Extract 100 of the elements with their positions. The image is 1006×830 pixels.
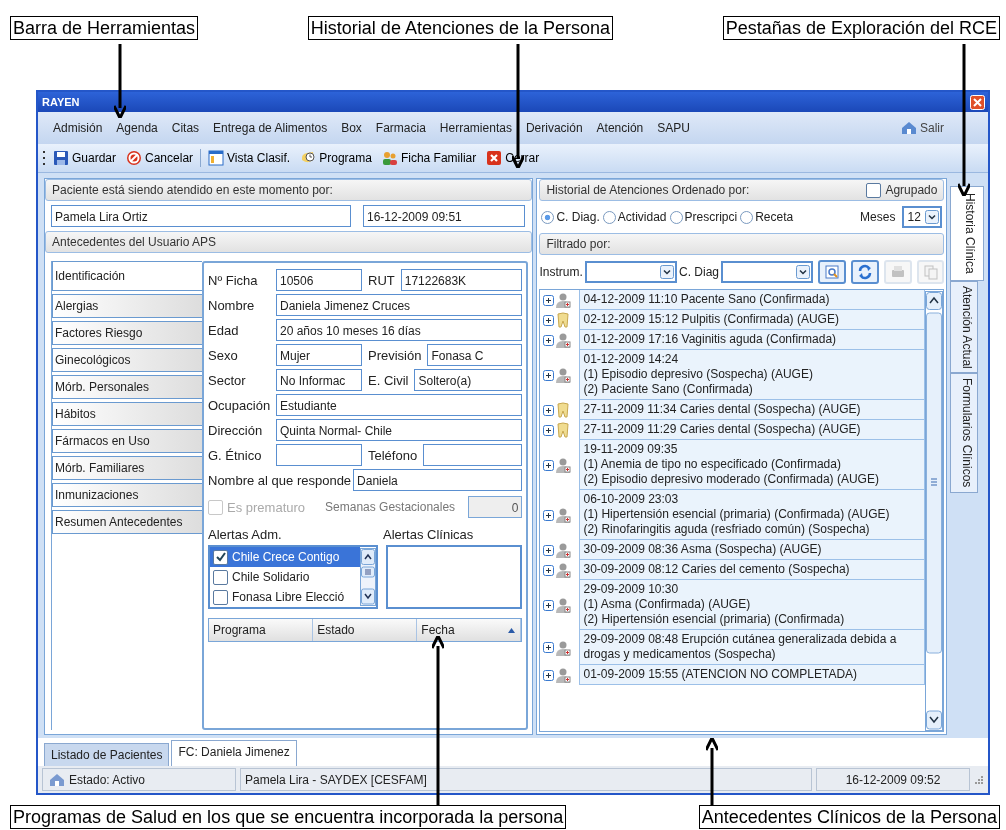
text-field[interactable]: Daniela Jimenez Cruces: [276, 294, 523, 316]
text-field[interactable]: Fonasa C: [427, 344, 523, 366]
tab[interactable]: Ginecológicos: [52, 348, 202, 372]
dropdown-icon[interactable]: [660, 265, 674, 279]
radio-button[interactable]: [740, 210, 754, 224]
expand-icon[interactable]: [543, 544, 555, 556]
text-field[interactable]: 16-12-2009 09:51: [363, 205, 525, 227]
column-header[interactable]: Programa: [209, 619, 314, 641]
toolbar-button[interactable]: Cancelar: [123, 150, 197, 166]
field-label: Edad: [208, 322, 240, 338]
checkbox-label: Es prematuro: [227, 499, 306, 515]
menu-item[interactable]: Farmacia: [368, 121, 433, 135]
text-field[interactable]: No Informac: [276, 369, 362, 391]
expand-icon[interactable]: [543, 424, 555, 436]
list-item[interactable]: Fonasa Libre Elecció: [210, 587, 360, 607]
expand-icon[interactable]: [543, 509, 555, 521]
expand-icon[interactable]: [543, 599, 555, 611]
text-field[interactable]: Quinta Normal- Chile: [276, 419, 523, 441]
text-field[interactable]: Pamela Lira Ortiz: [51, 205, 351, 227]
text-field[interactable]: Mujer: [276, 344, 362, 366]
history-entry[interactable]: 27-11-2009 11:34 Caries dental (Sospecha) (AUGE): [579, 400, 926, 420]
menu-item[interactable]: Admisión: [46, 121, 110, 135]
close-icon[interactable]: [970, 94, 985, 110]
menu-item[interactable]: Citas: [164, 121, 207, 135]
search-button[interactable]: [818, 260, 847, 284]
menu-item[interactable]: Herramientas: [432, 121, 519, 135]
text-field[interactable]: 20 años 10 meses 16 días: [276, 319, 523, 341]
scrollbar-icon[interactable]: [925, 290, 944, 731]
toolbar-button[interactable]: Guardar: [50, 150, 120, 166]
expand-icon[interactable]: [543, 369, 555, 381]
toolbar-button[interactable]: Programa: [297, 150, 375, 166]
history-entry[interactable]: 01-12-2009 14:24 (1) Episodio depresivo (Sospecha) (AUGE) (2) Paciente Sano (Confirmada): [579, 350, 926, 400]
grip-icon[interactable]: [42, 150, 46, 166]
radio-button[interactable]: [669, 210, 683, 224]
text-field[interactable]: Daniela: [353, 469, 523, 491]
history-entry[interactable]: 01-12-2009 17:16 Vaginitis aguda (Confirmada): [579, 330, 926, 350]
tab[interactable]: Mórb. Personales: [52, 375, 202, 399]
sort-icon[interactable]: [507, 626, 517, 634]
tab[interactable]: Atención Actual: [950, 280, 978, 374]
checkbox[interactable]: [213, 569, 228, 585]
menu-item[interactable]: Box: [334, 121, 369, 135]
tab[interactable]: Formularios Clínicos: [950, 373, 978, 493]
menu-item[interactable]: Agenda: [109, 121, 165, 135]
text-field[interactable]: [423, 444, 523, 466]
dropdown-icon[interactable]: [796, 265, 811, 279]
checkbox[interactable]: [213, 549, 228, 565]
radio-button[interactable]: [602, 210, 616, 224]
menu-item[interactable]: Atención: [589, 121, 651, 135]
history-entry[interactable]: 30-09-2009 08:36 Asma (Sospecha) (AUGE): [579, 540, 926, 560]
scrollbar-icon[interactable]: [360, 548, 376, 606]
tab[interactable]: Fármacos en Uso: [52, 429, 202, 453]
tab[interactable]: Identificación: [52, 261, 202, 291]
tab[interactable]: Mórb. Familiares: [52, 456, 202, 480]
expand-icon[interactable]: [543, 314, 555, 326]
expand-icon[interactable]: [543, 334, 555, 346]
column-header[interactable]: Fecha: [417, 619, 522, 641]
text-field[interactable]: 17122683K: [400, 269, 523, 291]
menu-item[interactable]: Derivación: [518, 121, 590, 135]
text-field[interactable]: Estudiante: [276, 394, 523, 416]
dropdown-icon[interactable]: [925, 210, 940, 224]
tab[interactable]: Factores Riesgo: [52, 321, 202, 345]
tab[interactable]: Inmunizaciones: [52, 483, 202, 507]
expand-icon[interactable]: [543, 564, 555, 576]
tab[interactable]: FC: Daniela Jimenez: [171, 740, 297, 766]
expand-icon[interactable]: [543, 669, 555, 681]
list-item[interactable]: Chile Solidario: [210, 567, 360, 587]
checkbox[interactable]: [866, 182, 882, 198]
tab[interactable]: Historia Clínica: [950, 186, 984, 281]
history-entry[interactable]: 27-11-2009 11:29 Caries dental (Sospecha) (AUGE): [579, 420, 926, 440]
tab[interactable]: Resumen Antecedentes: [52, 510, 202, 534]
refresh-button[interactable]: [851, 260, 879, 284]
history-entry[interactable]: 04-12-2009 11:10 Pacente Sano (Confirmada): [579, 290, 926, 310]
tab[interactable]: Alergias: [52, 294, 202, 318]
expand-icon[interactable]: [543, 459, 555, 471]
expand-icon[interactable]: [543, 404, 555, 416]
history-entry[interactable]: 02-12-2009 15:12 Pulpitis (Confirmada) (AUGE): [579, 310, 926, 330]
expand-icon[interactable]: [543, 642, 555, 653]
text-field[interactable]: [276, 444, 362, 466]
exit-button[interactable]: Salir: [901, 121, 944, 135]
toolbar-button[interactable]: Vista Clasif.: [205, 150, 294, 166]
column-header[interactable]: Estado: [313, 619, 418, 641]
toolbar-button[interactable]: Ficha Familiar: [378, 150, 480, 166]
radio-button[interactable]: [541, 210, 555, 224]
checkbox-list[interactable]: Chile Crece Contigo Chile Solidario Fonasa Libre Elecció: [208, 545, 378, 609]
tab[interactable]: Hábitos: [52, 402, 202, 426]
expand-icon[interactable]: [543, 294, 555, 306]
menu-item[interactable]: SAPU: [650, 121, 697, 135]
history-entry[interactable]: 29-09-2009 10:30 (1) Asma (Confirmada) (AUGE) (2) Hipertensión esencial (primaria) (Confirmada): [579, 580, 926, 630]
tab[interactable]: Listado de Pacientes: [44, 743, 170, 766]
history-entry[interactable]: 19-11-2009 09:35 (1) Anemia de tipo no especificado (Confirmada) (2) Episodio depresivo moderado (Confirmada) (AUGE): [579, 440, 926, 490]
text-field[interactable]: Soltero(a): [414, 369, 523, 391]
history-entry[interactable]: 29-09-2009 08:48 Erupción cutánea generalizada debida a drogas y medicamentos (Sospecha): [579, 630, 926, 665]
history-entry[interactable]: 30-09-2009 08:12 Caries del cemento (Sospecha): [579, 560, 926, 580]
history-entry[interactable]: 06-10-2009 23:03 (1) Hipertensión esencial (primaria) (Confirmada) (AUGE) (2) Rinofaringitis aguda (resfriado común) (Sospecha): [579, 490, 926, 540]
checkbox[interactable]: [213, 589, 228, 605]
list-item[interactable]: Chile Crece Contigo: [210, 547, 360, 567]
menu-item[interactable]: Entrega de Alimentos: [206, 121, 335, 135]
text-field[interactable]: 10506: [276, 269, 362, 291]
dropdown[interactable]: 12: [902, 206, 943, 228]
history-entry[interactable]: 01-09-2009 15:55 (ATENCION NO COMPLETADA): [579, 665, 926, 685]
